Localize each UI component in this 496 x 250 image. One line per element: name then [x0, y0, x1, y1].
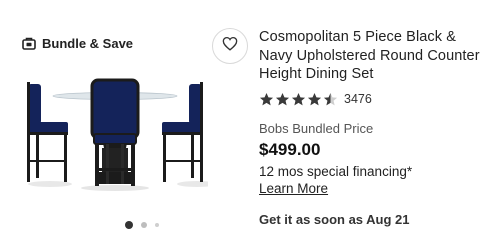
financing-text: 12 mos special financing* — [259, 163, 413, 179]
bundle-icon — [22, 37, 36, 50]
learn-more-link[interactable]: Learn More — [259, 181, 328, 196]
shipping-estimate: Get it as soon as Aug 21 — [259, 212, 410, 227]
product-image[interactable] — [22, 68, 217, 200]
bundle-save-label: Bundle & Save — [42, 36, 134, 51]
star-icon — [259, 92, 274, 107]
price: $499.00 — [259, 139, 321, 159]
star-rating — [259, 92, 338, 107]
bundle-save-badge: Bundle & Save — [22, 36, 133, 51]
product-title[interactable]: Cosmopolitan 5 Piece Black & Navy Uphols… — [259, 28, 491, 84]
product-info: Cosmopolitan 5 Piece Black & Navy Uphols… — [259, 28, 491, 198]
carousel-dots — [125, 221, 159, 229]
star-icon — [307, 92, 322, 107]
carousel-dot-3[interactable] — [155, 223, 159, 227]
favorite-button[interactable] — [212, 28, 248, 64]
review-count: 3476 — [344, 92, 372, 106]
price-label: Bobs Bundled Price — [259, 120, 374, 136]
half-star-icon — [323, 92, 338, 107]
carousel-dot-1[interactable] — [125, 221, 133, 229]
rating[interactable]: 3476 — [259, 92, 491, 107]
star-icon — [291, 92, 306, 107]
heart-icon — [222, 36, 238, 56]
carousel-dot-2[interactable] — [141, 222, 147, 228]
star-icon — [275, 92, 290, 107]
